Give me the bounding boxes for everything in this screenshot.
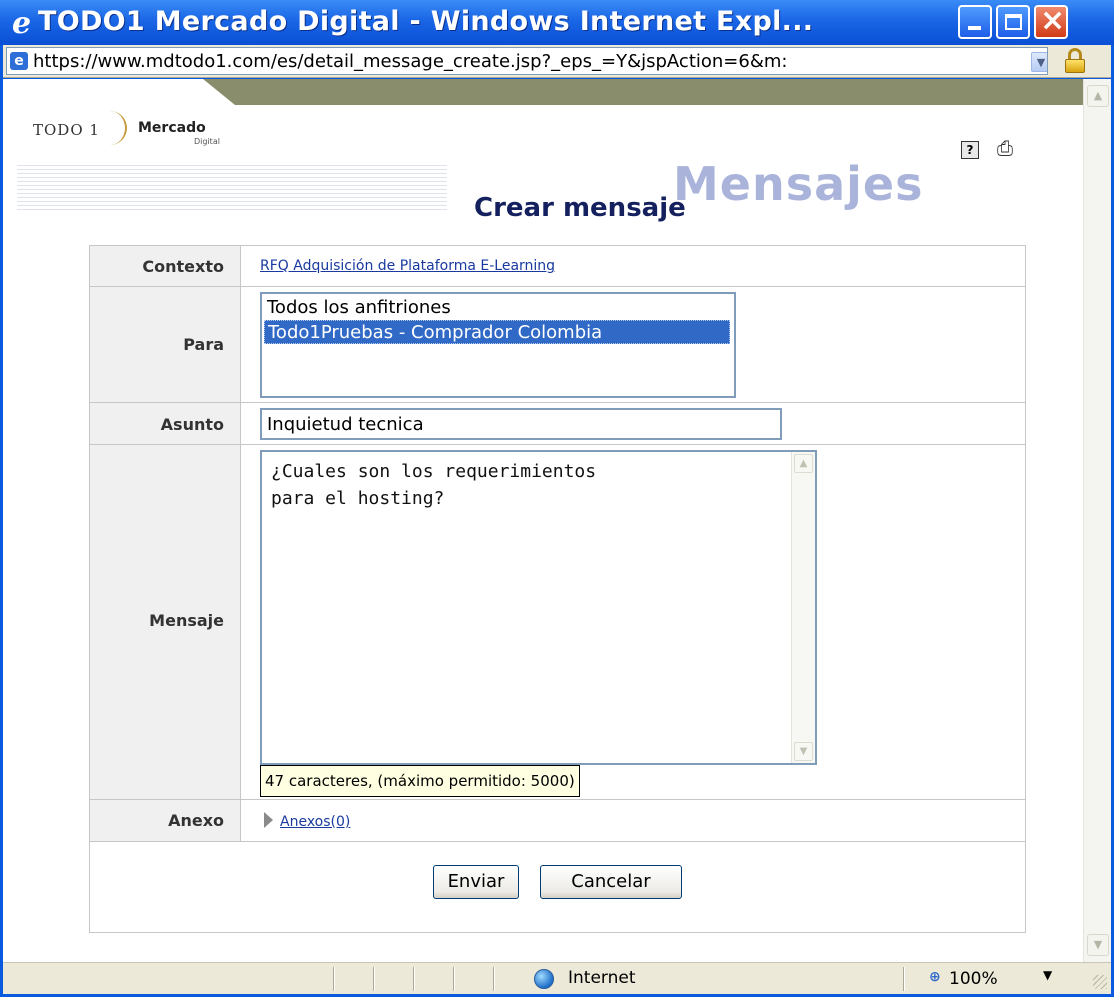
scroll-up-icon[interactable]: ▲ [1087, 85, 1109, 107]
message-textarea[interactable]: ¿Cuales son los requerimientos para el h… [260, 450, 817, 765]
brand-band-wedge [203, 79, 235, 105]
zoom-icon[interactable]: ⊕ [929, 969, 941, 985]
lock-icon[interactable] [1063, 48, 1087, 74]
recipient-listbox[interactable]: Todos los anfitriones Todo1Pruebas - Com… [260, 292, 736, 398]
globe-icon [534, 969, 554, 989]
para-label: Para [183, 335, 224, 354]
address-url[interactable]: https://www.mdtodo1.com/es/detail_messag… [33, 51, 787, 72]
scroll-down-icon[interactable]: ▼ [794, 742, 813, 761]
header-stripes [17, 165, 447, 213]
security-zone: Internet [568, 968, 636, 988]
resize-grip-icon[interactable] [1093, 975, 1107, 989]
send-button[interactable]: Enviar [433, 865, 519, 899]
page-content: TODO 1 Mercado Digital ? ⎙ Mensajes Crea… [3, 79, 1083, 962]
section-watermark: Mensajes [673, 157, 924, 211]
message-text[interactable]: ¿Cuales son los requerimientos para el h… [271, 458, 776, 512]
zoom-level[interactable]: 100% [949, 969, 998, 989]
status-separator [413, 967, 415, 991]
maximize-icon [1005, 14, 1022, 30]
status-separator [333, 967, 335, 991]
status-bar: Internet ⊕ 100% ▼ [3, 962, 1111, 994]
minimize-button[interactable] [958, 5, 992, 39]
status-separator [903, 967, 905, 991]
contexto-link[interactable]: RFQ Adquisición de Plataforma E-Learning [260, 258, 555, 274]
logo-digital: Digital [194, 137, 220, 146]
ie-page-icon: e [10, 52, 28, 70]
address-field[interactable]: e https://www.mdtodo1.com/es/detail_mess… [6, 47, 1048, 75]
recipient-option[interactable]: Todos los anfitriones [264, 296, 730, 320]
contexto-label: Contexto [142, 257, 224, 276]
zoom-dropdown-icon[interactable]: ▼ [1043, 968, 1052, 982]
print-icon[interactable]: ⎙ [993, 137, 1017, 159]
subject-input[interactable]: Inquietud tecnica [260, 408, 782, 440]
recipient-option-selected[interactable]: Todo1Pruebas - Comprador Colombia [264, 320, 730, 344]
ie-icon: e [12, 6, 32, 41]
textarea-scrollbar[interactable]: ▲ ▼ [791, 452, 815, 763]
help-icon[interactable]: ? [961, 141, 979, 159]
status-separator [373, 967, 375, 991]
logo-mercado: Mercado [138, 120, 206, 136]
close-icon: × [1040, 3, 1066, 38]
anexo-label: Anexo [168, 811, 224, 830]
status-separator [493, 967, 495, 991]
expand-arrow-icon[interactable] [264, 812, 273, 828]
row-asunto: Asunto Inquietud tecnica [90, 403, 1025, 445]
address-bar: e https://www.mdtodo1.com/es/detail_mess… [3, 45, 1111, 78]
close-button[interactable]: × [1034, 3, 1068, 39]
message-form: Contexto RFQ Adquisición de Plataforma E… [89, 245, 1026, 933]
window-title: TODO1 Mercado Digital - Windows Internet… [38, 6, 814, 37]
title-bar[interactable]: e TODO1 Mercado Digital - Windows Intern… [0, 0, 1114, 45]
row-contexto: Contexto RFQ Adquisición de Plataforma E… [90, 246, 1025, 287]
asunto-label: Asunto [160, 415, 224, 434]
row-anexo: Anexo Anexos(0) [90, 800, 1025, 842]
browser-window: e TODO1 Mercado Digital - Windows Intern… [0, 0, 1114, 997]
status-separator [453, 967, 455, 991]
minimize-icon [968, 26, 981, 30]
maximize-button[interactable] [996, 5, 1030, 39]
page-scrollbar[interactable]: ▲ ▼ [1083, 79, 1111, 962]
character-counter: 47 caracteres, (máximo permitido: 5000) [260, 765, 580, 797]
page-title: Crear mensaje [474, 193, 686, 223]
mensaje-label: Mensaje [149, 611, 224, 630]
cancel-button[interactable]: Cancelar [540, 865, 682, 899]
scroll-down-icon[interactable]: ▼ [1087, 934, 1109, 956]
dropdown-icon[interactable]: ▼ [1031, 52, 1047, 72]
row-para: Para Todos los anfitriones Todo1Pruebas … [90, 287, 1025, 403]
row-mensaje: Mensaje ¿Cuales son los requerimientos p… [90, 445, 1025, 800]
scroll-up-icon[interactable]: ▲ [794, 454, 813, 473]
attachments-link[interactable]: Anexos(0) [280, 814, 350, 830]
brand-band [235, 79, 1083, 105]
logo-todo1: TODO 1 [33, 121, 100, 139]
